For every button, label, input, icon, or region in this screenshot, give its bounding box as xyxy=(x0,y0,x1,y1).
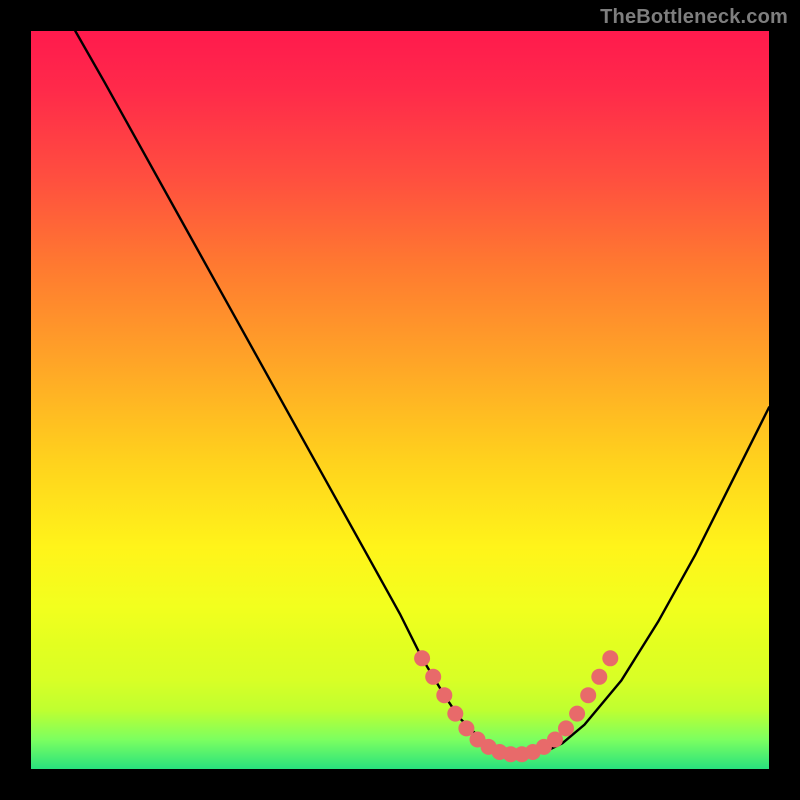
highlight-bead xyxy=(436,687,452,703)
highlight-bead xyxy=(602,650,618,666)
highlight-bead xyxy=(447,706,463,722)
highlight-bead xyxy=(414,650,430,666)
chart-svg xyxy=(31,31,769,769)
highlight-bead xyxy=(425,669,441,685)
highlight-bead xyxy=(591,669,607,685)
highlight-beads-group xyxy=(414,650,618,762)
highlight-bead xyxy=(569,706,585,722)
highlight-bead xyxy=(558,720,574,736)
highlight-bead xyxy=(580,687,596,703)
watermark-text: TheBottleneck.com xyxy=(600,6,788,29)
chart-plot-area xyxy=(31,31,769,769)
bottleneck-curve xyxy=(75,31,769,754)
